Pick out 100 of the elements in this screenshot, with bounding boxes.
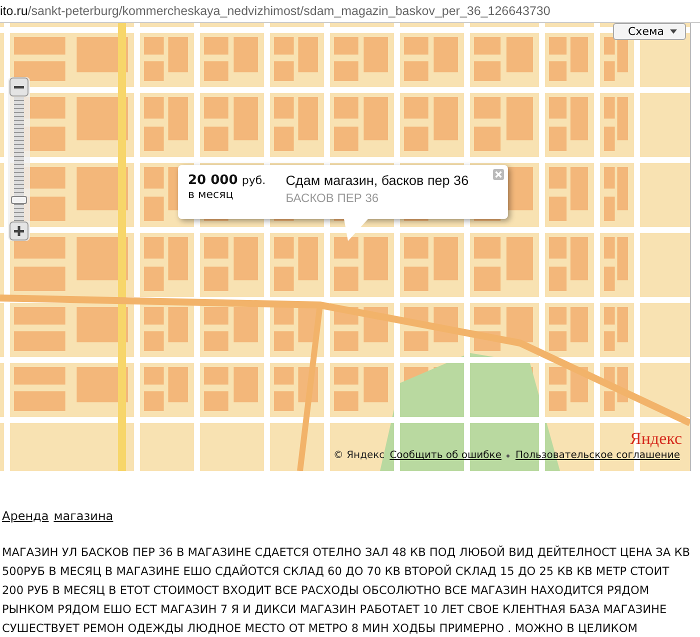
- building-shape: [404, 266, 428, 291]
- building-shape: [604, 196, 615, 221]
- building-shape: [404, 61, 428, 81]
- building-shape: [434, 97, 458, 140]
- building-shape: [204, 97, 228, 119]
- building-shape: [234, 367, 258, 402]
- building-shape: [604, 266, 615, 291]
- zoom-in-icon[interactable]: [9, 221, 29, 241]
- building-shape: [549, 37, 567, 55]
- building-shape: [298, 97, 318, 140]
- building-shape: [334, 331, 358, 351]
- zoom-track[interactable]: [14, 97, 24, 221]
- building-shape: [334, 126, 358, 151]
- building-shape: [204, 37, 228, 55]
- price: 20 000 руб.: [188, 173, 266, 188]
- building-shape: [617, 37, 628, 72]
- building-shape: [274, 61, 294, 81]
- building-shape: [506, 307, 533, 342]
- building-shape: [570, 307, 588, 342]
- building-shape: [506, 37, 533, 72]
- building-shape: [506, 237, 533, 280]
- building-shape: [144, 167, 164, 189]
- zoom-out-icon[interactable]: [9, 77, 29, 97]
- building-shape: [234, 237, 258, 280]
- category-link[interactable]: магазина: [54, 509, 114, 523]
- price-period: в месяц: [188, 188, 234, 201]
- building-shape: [144, 61, 164, 81]
- building-shape: [14, 367, 66, 385]
- building-shape: [570, 237, 588, 280]
- building-shape: [274, 367, 294, 385]
- building-shape: [298, 37, 318, 72]
- building-shape: [204, 126, 228, 151]
- building-shape: [144, 237, 164, 259]
- building-shape: [364, 367, 388, 402]
- building-shape: [204, 61, 228, 81]
- building-shape: [144, 97, 164, 119]
- building-shape: [334, 367, 358, 385]
- building-shape: [549, 196, 567, 221]
- building-shape: [474, 126, 501, 151]
- building-shape: [144, 391, 164, 411]
- building-shape: [474, 266, 501, 291]
- building-shape: [204, 266, 228, 291]
- building-shape: [474, 307, 501, 325]
- building-shape: [549, 331, 567, 351]
- building-shape: [144, 367, 164, 385]
- building-shape: [274, 307, 294, 325]
- building-shape: [234, 97, 258, 140]
- building-shape: [298, 237, 318, 280]
- building-shape: [404, 331, 428, 351]
- building-shape: [334, 237, 358, 259]
- building-shape: [274, 97, 294, 119]
- category-link[interactable]: Аренда: [2, 509, 49, 523]
- building-shape: [274, 266, 294, 291]
- map-footer-link[interactable]: Пользовательское соглашение: [515, 450, 680, 461]
- map-footer-link[interactable]: Сообщить об ошибке: [390, 450, 502, 461]
- building-shape: [274, 37, 294, 55]
- building-shape: [617, 167, 628, 210]
- building-shape: [604, 126, 615, 151]
- building-shape: [144, 307, 164, 325]
- building-shape: [404, 37, 428, 55]
- building-shape: [604, 37, 615, 55]
- building-shape: [144, 331, 164, 351]
- building-shape: [604, 97, 615, 119]
- building-shape: [334, 266, 358, 291]
- listing-title: Сдам магазин, басков пер 36: [286, 173, 469, 188]
- listing-description: МАГАЗИН УЛ БАСКОВ ПЕР 36 В МАГАЗИНЕ СДАЕТСЯ ОТЕЛНО ЗАЛ 48 КВ ПОД ЛЮБОЙ ВИД ДЕЙТЕЛНОСТ ЦЕНА ЗА КВ 500РУБ В МЕСЯЦ В МАГАЗИНЕ ЕШО СДАЙОТСЯ СКЛАД 60 ДО 70 КВ ВТОРОЙ СКЛАД 15 ДО 25 КВ КВ МЕТР СТОИТ 200 РУБ В МЕСЯЦ В ЕТОТ СТОИМОСТ ВХОДИТ ВСЕ РАСХОДЫ ОБСОЛЮТНО ВСЕ МАГАЗИН НАХОДИТСЯ РЯДОМ РЫНКОМ РЯДОМ ЕШО ЕСТ МАГАЗИН 7 Я И ДИКСИ МАГАЗИН РАБОТАЕТ 10 ЛЕТ СВОЕ КЛЕНТНАЯ БАЗА МАГАЗИНЕ СУШЕСТВУЕТ РЕМОН ОДЕЖДЫ ЛЮДНОЕ МЕСТО ОТ МЕТРО 8 МИН ХОДБЫ ПРИМЕРНО . МОЖНО В ЦЕЛИКОМ: [2, 544, 691, 637]
- building-shape: [549, 61, 567, 81]
- building-shape: [14, 237, 66, 259]
- building-shape: [364, 97, 388, 140]
- building-shape: [404, 237, 428, 259]
- building-shape: [334, 61, 358, 81]
- building-shape: [604, 167, 615, 189]
- building-shape: [474, 61, 501, 81]
- building-shape: [434, 237, 458, 280]
- building-shape: [617, 97, 628, 140]
- building-shape: [404, 97, 428, 119]
- listing-address: БАСКОВ ПЕР 36: [286, 191, 380, 205]
- building-shape: [274, 237, 294, 259]
- building-shape: [274, 126, 294, 151]
- building-shape: [14, 61, 66, 81]
- building-shape: [604, 237, 615, 259]
- building-shape: [274, 331, 294, 351]
- building-shape: [144, 126, 164, 151]
- building-shape: [168, 37, 188, 72]
- building-shape: [549, 237, 567, 259]
- building-shape: [144, 266, 164, 291]
- building-shape: [14, 266, 66, 291]
- map-type-button[interactable]: Схема: [613, 23, 686, 40]
- building-shape: [334, 97, 358, 119]
- building-shape: [168, 367, 188, 402]
- building-shape: [234, 307, 258, 342]
- building-shape: [364, 237, 388, 280]
- building-shape: [549, 307, 567, 325]
- close-icon[interactable]: [493, 169, 504, 180]
- map-logo: Яндекс: [630, 429, 682, 449]
- building-shape: [549, 167, 567, 189]
- zoom-thumb[interactable]: [11, 196, 27, 204]
- building-shape: [549, 266, 567, 291]
- building-shape: [334, 37, 358, 55]
- building-shape: [549, 126, 567, 151]
